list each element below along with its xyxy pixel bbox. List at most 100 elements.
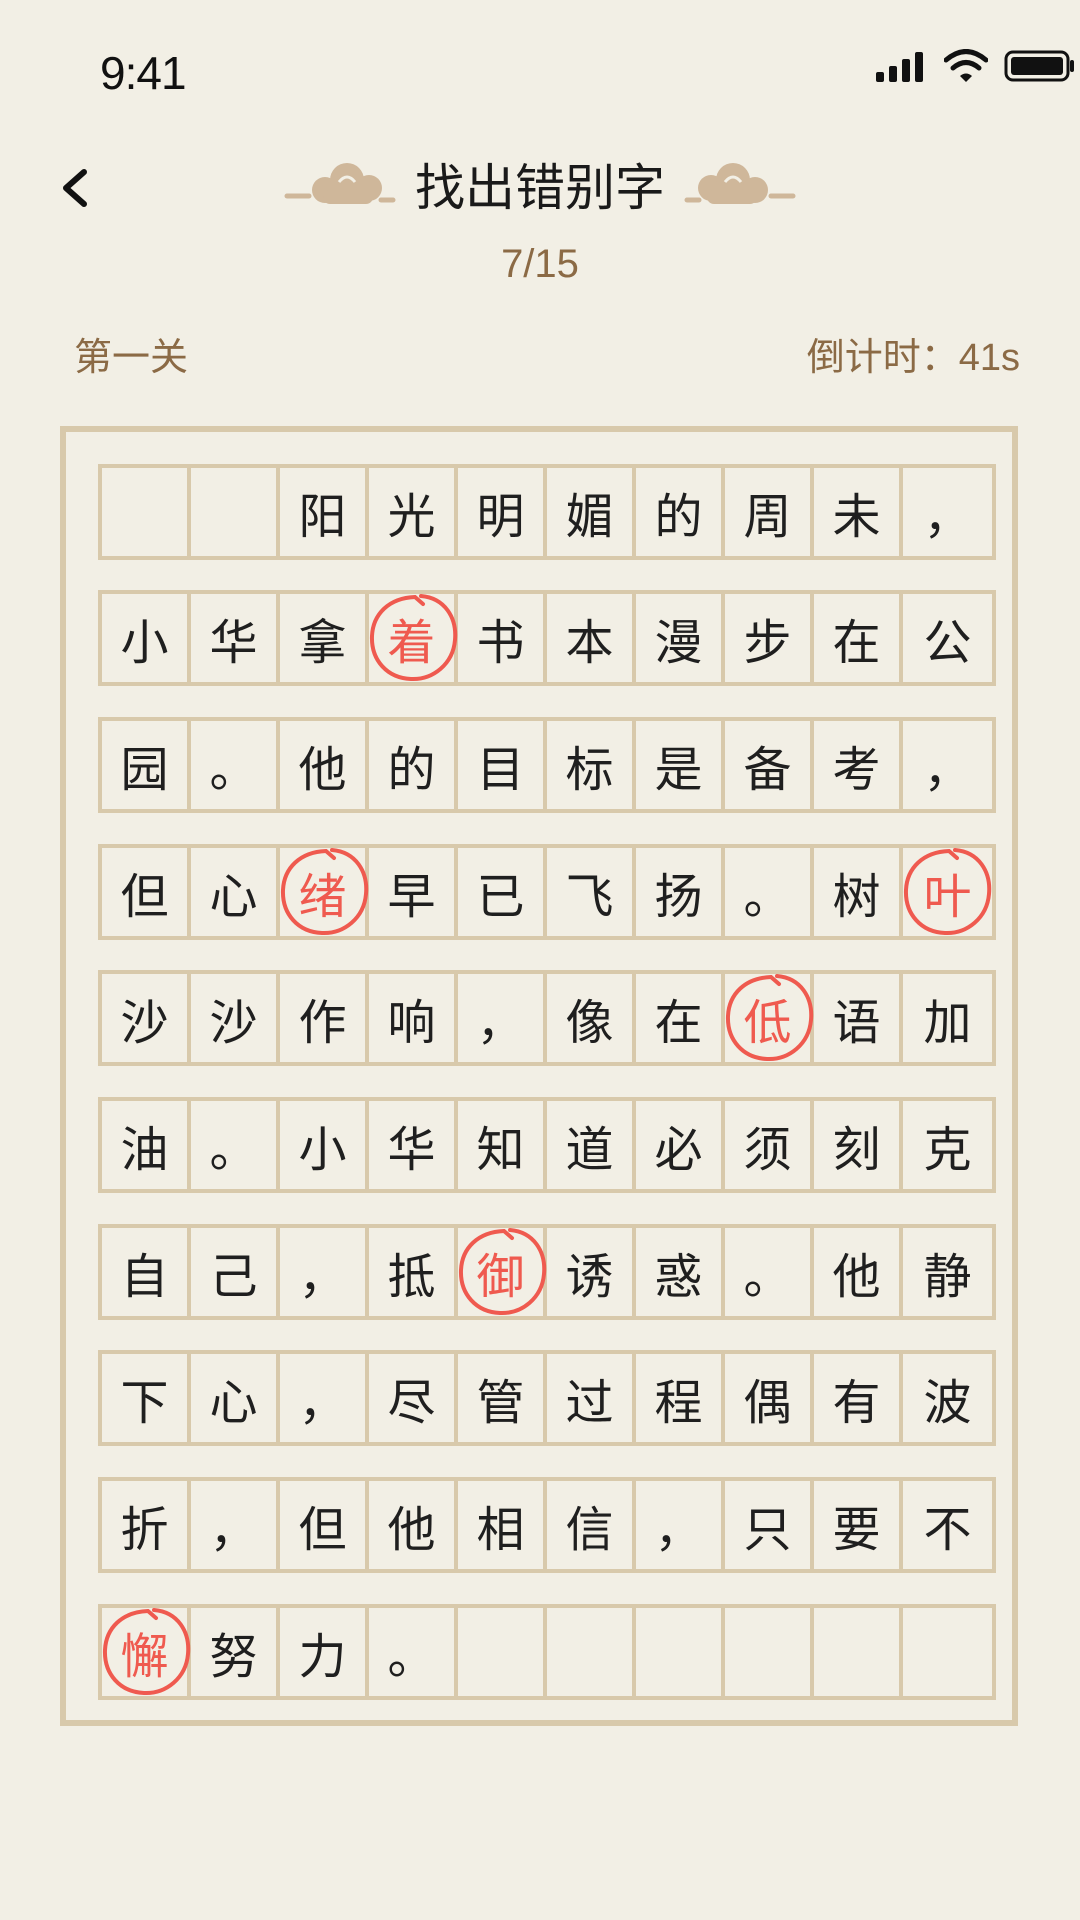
grid-cell[interactable]: 飞 xyxy=(547,848,636,936)
grid-cell[interactable]: 他 xyxy=(814,1228,903,1316)
grid-cell[interactable]: 周 xyxy=(725,468,814,556)
grid-cell[interactable]: ， xyxy=(903,468,992,556)
grid-cell[interactable]: 的 xyxy=(369,721,458,809)
grid-cell[interactable]: 过 xyxy=(547,1354,636,1442)
grid-cell[interactable]: 。 xyxy=(725,848,814,936)
grid-cell[interactable]: 努 xyxy=(191,1608,280,1696)
grid-cell[interactable]: 书 xyxy=(458,594,547,682)
grid-cell[interactable]: 拿 xyxy=(280,594,369,682)
grid-cell[interactable]: 折 xyxy=(102,1481,191,1569)
grid-cell[interactable]: 沙 xyxy=(191,974,280,1062)
grid-cell[interactable]: 考 xyxy=(814,721,903,809)
grid-cell[interactable]: 克 xyxy=(903,1101,992,1189)
grid-cell[interactable]: 光 xyxy=(369,468,458,556)
grid-cell[interactable]: 低 xyxy=(725,974,814,1062)
grid-cell[interactable]: 刻 xyxy=(814,1101,903,1189)
grid-cell[interactable]: 步 xyxy=(725,594,814,682)
grid-cell[interactable]: 小 xyxy=(102,594,191,682)
grid-cell[interactable]: 树 xyxy=(814,848,903,936)
grid-cell[interactable]: 媚 xyxy=(547,468,636,556)
grid-cell[interactable]: 程 xyxy=(636,1354,725,1442)
grid-cell[interactable]: 标 xyxy=(547,721,636,809)
grid-cell[interactable]: 信 xyxy=(547,1481,636,1569)
grid-cell[interactable]: ， xyxy=(280,1354,369,1442)
grid-cell[interactable]: 他 xyxy=(280,721,369,809)
grid-cell[interactable]: 他 xyxy=(369,1481,458,1569)
grid-cell[interactable]: 小 xyxy=(280,1101,369,1189)
grid-cell[interactable]: 心 xyxy=(191,848,280,936)
grid-cell[interactable]: 尽 xyxy=(369,1354,458,1442)
grid-cell[interactable]: ， xyxy=(280,1228,369,1316)
grid-cell[interactable]: 惑 xyxy=(636,1228,725,1316)
grid-cell[interactable]: 阳 xyxy=(280,468,369,556)
grid-cell[interactable]: 管 xyxy=(458,1354,547,1442)
grid-cell[interactable]: 未 xyxy=(814,468,903,556)
grid-cell[interactable]: 须 xyxy=(725,1101,814,1189)
grid-cell[interactable]: ， xyxy=(636,1481,725,1569)
grid-cell[interactable]: 抵 xyxy=(369,1228,458,1316)
grid-cell[interactable]: 自 xyxy=(102,1228,191,1316)
grid-cell[interactable]: 只 xyxy=(725,1481,814,1569)
grid-cell[interactable]: 静 xyxy=(903,1228,992,1316)
grid-cell[interactable]: 但 xyxy=(280,1481,369,1569)
grid-cell[interactable]: 在 xyxy=(814,594,903,682)
grid-cell[interactable]: 御 xyxy=(458,1228,547,1316)
grid-cell[interactable]: 本 xyxy=(547,594,636,682)
grid-cell[interactable]: 相 xyxy=(458,1481,547,1569)
grid-cell[interactable]: 但 xyxy=(102,848,191,936)
grid-cell[interactable]: ， xyxy=(458,974,547,1062)
grid-cell[interactable]: 像 xyxy=(547,974,636,1062)
grid-cell[interactable]: 有 xyxy=(814,1354,903,1442)
grid-cell[interactable]: 响 xyxy=(369,974,458,1062)
grid-cell[interactable]: 作 xyxy=(280,974,369,1062)
grid-cell[interactable]: 早 xyxy=(369,848,458,936)
grid-cell[interactable]: 华 xyxy=(191,594,280,682)
grid-cell[interactable]: 下 xyxy=(102,1354,191,1442)
grid-cell[interactable]: 在 xyxy=(636,974,725,1062)
grid-cell[interactable] xyxy=(191,468,280,556)
grid-cell[interactable]: 加 xyxy=(903,974,992,1062)
grid-cell[interactable]: 。 xyxy=(191,721,280,809)
grid-cell[interactable] xyxy=(102,468,191,556)
grid-cell[interactable]: 己 xyxy=(191,1228,280,1316)
grid-cell[interactable]: 的 xyxy=(636,468,725,556)
grid-cell[interactable]: 波 xyxy=(903,1354,992,1442)
grid-cell[interactable] xyxy=(814,1608,903,1696)
grid-cell[interactable]: 懈 xyxy=(102,1608,191,1696)
grid-cell[interactable]: 。 xyxy=(725,1228,814,1316)
grid-cell[interactable]: 偶 xyxy=(725,1354,814,1442)
grid-cell[interactable]: 目 xyxy=(458,721,547,809)
grid-cell[interactable] xyxy=(458,1608,547,1696)
grid-cell[interactable]: 绪 xyxy=(280,848,369,936)
grid-cell[interactable]: 力 xyxy=(280,1608,369,1696)
grid-cell[interactable]: 要 xyxy=(814,1481,903,1569)
grid-cell[interactable]: 公 xyxy=(903,594,992,682)
grid-cell[interactable] xyxy=(547,1608,636,1696)
grid-cell[interactable]: 油 xyxy=(102,1101,191,1189)
grid-cell[interactable]: 扬 xyxy=(636,848,725,936)
grid-cell[interactable]: 漫 xyxy=(636,594,725,682)
grid-cell[interactable]: 已 xyxy=(458,848,547,936)
grid-cell[interactable]: 是 xyxy=(636,721,725,809)
grid-cell[interactable]: 诱 xyxy=(547,1228,636,1316)
grid-cell[interactable]: 语 xyxy=(814,974,903,1062)
grid-cell[interactable]: 心 xyxy=(191,1354,280,1442)
grid-cell[interactable]: 华 xyxy=(369,1101,458,1189)
grid-cell[interactable]: ， xyxy=(191,1481,280,1569)
grid-cell[interactable]: 明 xyxy=(458,468,547,556)
grid-cell[interactable]: 。 xyxy=(191,1101,280,1189)
grid-cell[interactable]: 知 xyxy=(458,1101,547,1189)
grid-cell[interactable]: 。 xyxy=(369,1608,458,1696)
grid-cell[interactable]: 叶 xyxy=(903,848,992,936)
grid-cell[interactable]: 备 xyxy=(725,721,814,809)
grid-cell[interactable] xyxy=(636,1608,725,1696)
grid-cell[interactable]: 道 xyxy=(547,1101,636,1189)
grid-cell[interactable]: ， xyxy=(903,721,992,809)
grid-cell[interactable] xyxy=(903,1608,992,1696)
grid-cell[interactable]: 园 xyxy=(102,721,191,809)
grid-cell[interactable] xyxy=(725,1608,814,1696)
grid-cell[interactable]: 不 xyxy=(903,1481,992,1569)
grid-cell[interactable]: 必 xyxy=(636,1101,725,1189)
grid-cell[interactable]: 沙 xyxy=(102,974,191,1062)
grid-cell[interactable]: 着 xyxy=(369,594,458,682)
